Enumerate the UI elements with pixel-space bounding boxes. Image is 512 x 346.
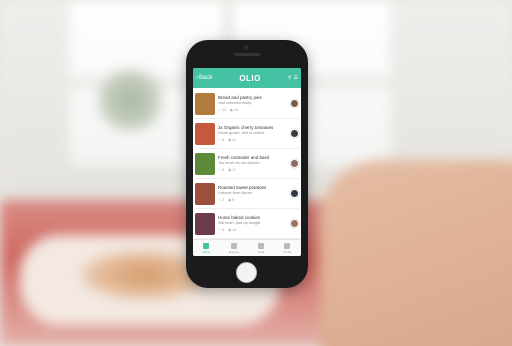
listing-info: Bread and pastry pies Just collected tod… — [218, 95, 287, 112]
eye-icon: ◉ 14 — [228, 228, 237, 232]
filter-icon[interactable]: ☰ — [294, 75, 298, 81]
view-count: 34 — [234, 108, 238, 112]
avatar[interactable] — [290, 159, 299, 168]
eye-icon: ◉ 17 — [228, 168, 237, 172]
view-count: 14 — [232, 228, 237, 232]
bottom-tab-bar: Home Explore Chat Profile — [193, 239, 301, 256]
home-button[interactable] — [236, 262, 257, 283]
compass-icon — [231, 242, 238, 249]
listing-thumbnail — [195, 182, 215, 205]
home-icon — [203, 242, 210, 249]
back-button[interactable]: ‹ Back — [196, 75, 212, 81]
avatar[interactable] — [290, 129, 299, 138]
profile-icon — [284, 242, 291, 249]
heart-icon[interactable]: ♡ 8 — [218, 138, 224, 142]
listing-subtitle: Leftover from dinner — [218, 191, 252, 195]
heart-icon[interactable]: ♡ 5 — [218, 168, 224, 172]
eye-icon: ◉ 21 — [228, 138, 237, 142]
smartphone: ‹ Back OLIO ⚲ ☰ Bread and pastry pies Ju… — [186, 40, 308, 288]
listing-subtitle: Still fresh, pick up tonight — [218, 221, 261, 225]
view-count: 21 — [232, 138, 237, 142]
listing-info: Home baked cookies Still fresh, pick up … — [218, 215, 287, 232]
photo-scene: ‹ Back OLIO ⚲ ☰ Bread and pastry pies Ju… — [0, 0, 512, 346]
like-count: 3 — [222, 198, 225, 202]
app-header: ‹ Back OLIO ⚲ ☰ — [193, 68, 301, 88]
listing-list: Bread and pastry pies Just collected tod… — [193, 88, 301, 240]
listing-title: Fresh coriander and basil — [218, 155, 269, 160]
view-count: 17 — [232, 168, 237, 172]
like-count: 5 — [222, 168, 225, 172]
tab-label: Explore — [229, 249, 240, 254]
back-label: Back — [199, 75, 213, 81]
view-count: 9 — [232, 198, 235, 202]
list-item[interactable]: Bread and pastry pies Just collected tod… — [195, 89, 299, 119]
listing-info: 3x Organic cherry tomatoes Home grown, f… — [218, 125, 287, 142]
listing-title: 3x Organic cherry tomatoes — [218, 125, 274, 130]
list-item[interactable]: Home baked cookies Still fresh, pick up … — [195, 209, 299, 239]
listing-title: Roasted sweet potatoes — [218, 185, 267, 190]
like-count: 12 — [222, 108, 227, 112]
tab-label: Profile — [283, 249, 292, 254]
speaker-grille — [234, 53, 260, 56]
listing-subtitle: Home grown, free to collect — [218, 131, 265, 135]
plant — [95, 70, 165, 130]
avatar[interactable] — [290, 189, 299, 198]
avatar[interactable] — [290, 219, 299, 228]
search-icon[interactable]: ⚲ — [288, 75, 292, 81]
tab-explore[interactable]: Explore — [229, 242, 240, 254]
list-item[interactable]: Roasted sweet potatoes Leftover from din… — [195, 179, 299, 209]
app-screen: ‹ Back OLIO ⚲ ☰ Bread and pastry pies Ju… — [193, 68, 301, 256]
like-count: 8 — [222, 138, 225, 142]
heart-icon[interactable]: ♡ 6 — [218, 228, 224, 232]
hand — [320, 160, 512, 346]
listing-subtitle: Too much for our kitchen — [218, 161, 260, 165]
tab-label: Chat — [258, 249, 265, 254]
tab-label: Home — [202, 249, 211, 254]
listing-title: Bread and pastry pies — [218, 95, 262, 100]
like-count: 6 — [222, 228, 225, 232]
chat-icon — [258, 242, 265, 249]
camera-icon — [244, 45, 249, 50]
chevron-left-icon: ‹ — [196, 75, 198, 81]
heart-icon[interactable]: ♡ 12 — [218, 108, 226, 112]
listing-info: Roasted sweet potatoes Leftover from din… — [218, 185, 287, 202]
listing-thumbnail — [195, 92, 215, 115]
listing-thumbnail — [195, 152, 215, 175]
listing-thumbnail — [195, 212, 215, 235]
eye-icon: ◉ 34 — [230, 108, 238, 112]
tab-profile[interactable]: Profile — [283, 242, 292, 254]
list-item[interactable]: Fresh coriander and basil Too much for o… — [195, 149, 299, 179]
tab-home[interactable]: Home — [202, 242, 211, 254]
listing-subtitle: Just collected today — [218, 101, 252, 105]
list-item[interactable]: 3x Organic cherry tomatoes Home grown, f… — [195, 119, 299, 149]
app-title: OLIO — [239, 73, 261, 83]
heart-icon[interactable]: ♡ 3 — [218, 198, 224, 202]
listing-thumbnail — [195, 122, 215, 145]
listing-title: Home baked cookies — [218, 215, 261, 220]
listing-info: Fresh coriander and basil Too much for o… — [218, 155, 287, 172]
eye-icon: ◉ 9 — [228, 198, 235, 202]
tab-chat[interactable]: Chat — [258, 242, 265, 254]
avatar[interactable] — [290, 99, 299, 108]
